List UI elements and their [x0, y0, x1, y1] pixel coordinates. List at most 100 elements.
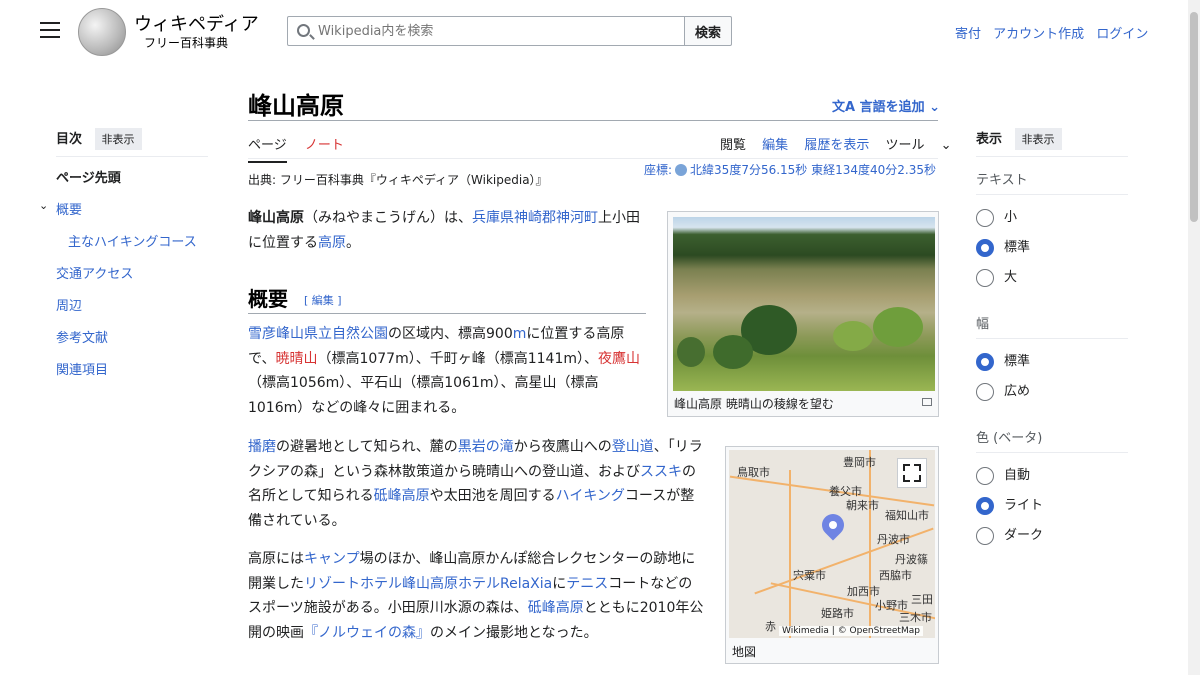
tab-talk[interactable]: ノート	[305, 134, 344, 161]
article-link[interactable]: 砥峰高原	[528, 600, 584, 616]
text-run: 。	[346, 234, 360, 251]
radio-option[interactable]: 標準	[976, 353, 1128, 383]
map-label: 赤	[765, 620, 776, 633]
article-link[interactable]: テニス	[566, 576, 608, 592]
article-link[interactable]: 神崎郡	[514, 210, 556, 226]
redlink[interactable]: 夜鷹山	[598, 351, 640, 367]
radio-option[interactable]: 標準	[976, 239, 1128, 269]
location-map-box: 鳥取市 豊岡市 養父市 朝来市 福知山市 丹波市 丹波篠 宍粟市 西脇市 加西市…	[725, 446, 939, 664]
appearance-title: 表示	[976, 132, 1003, 147]
radio-button[interactable]	[976, 239, 994, 257]
toc-hide-button[interactable]: 非表示	[94, 128, 142, 150]
tab-edit[interactable]: 編集	[762, 138, 788, 153]
map-label: 三木市	[899, 611, 932, 624]
toc-item[interactable]: 周辺	[56, 295, 208, 314]
radio-option[interactable]: 自動	[976, 467, 1128, 497]
appearance-group-label: テキスト	[976, 173, 1028, 188]
toc-title: 目次	[56, 132, 83, 147]
article-link[interactable]: リゾートホテル峰山高原ホテルRelaXia	[304, 576, 552, 592]
section-edit-link[interactable]: [ 編集 ]	[304, 292, 342, 308]
search-input[interactable]	[318, 17, 678, 45]
toc-item[interactable]: 交通アクセス	[56, 263, 208, 282]
scrollbar[interactable]	[1188, 0, 1200, 675]
radio-option[interactable]: 広め	[976, 383, 1128, 413]
page-title: 峰山高原	[248, 91, 344, 120]
article-link[interactable]: 登山道	[612, 439, 654, 455]
radio-button[interactable]	[976, 467, 994, 485]
article-link[interactable]: 砥峰高原	[374, 488, 430, 504]
source-note: 出典: フリー百科事典『ウィキペディア（Wikipedia）』	[248, 173, 548, 187]
login-link[interactable]: ログイン	[1096, 27, 1148, 42]
article-link[interactable]: ススキ	[640, 464, 682, 480]
map-label: 三田	[911, 593, 933, 606]
globe-icon	[675, 164, 688, 176]
appearance-panel: 表示 非表示 テキスト小標準大幅標準 広め色 (ベータ) 自動 ライト ダーク	[976, 128, 1128, 571]
article-link[interactable]: キャンプ	[304, 551, 360, 567]
chevron-down-icon[interactable]: ⌄	[39, 199, 48, 212]
tools-menu[interactable]: ツール ⌄	[885, 138, 963, 153]
add-languages-button[interactable]: 文A 言語を追加 ⌄	[832, 96, 940, 115]
redlink[interactable]: 暁晴山	[275, 351, 317, 367]
logo-title[interactable]: ウィキペディア	[134, 10, 259, 36]
view-tabs: 閲覧 編集 履歴を表示 ツール ⌄	[720, 134, 976, 153]
article-link[interactable]: 黒岩の滝	[458, 439, 514, 455]
radio-button[interactable]	[976, 383, 994, 401]
toc-divider	[56, 156, 208, 157]
radio-button[interactable]	[976, 269, 994, 287]
map-label: 丹波篠	[895, 553, 928, 566]
donate-link[interactable]: 寄付	[955, 27, 981, 42]
article-link[interactable]: 神河町	[556, 210, 598, 226]
toc-list: ページ先頭 ⌄ 概要主なハイキングコース 交通アクセス 周辺参考文献関連項目	[39, 167, 208, 378]
scrollbar-thumb[interactable]	[1190, 12, 1198, 222]
chevron-down-icon: ⌄	[929, 100, 941, 115]
article-link[interactable]: 雪彦峰山県立自然公園	[248, 326, 388, 342]
map-label: 姫路市	[821, 607, 854, 620]
tab-read[interactable]: 閲覧	[720, 138, 746, 153]
text-run: 峰山高原	[248, 210, 304, 226]
toc-item[interactable]: 参考文献	[56, 327, 208, 346]
radio-option[interactable]: 小	[976, 209, 1128, 239]
search-button[interactable]: 検索	[684, 16, 732, 46]
article-link[interactable]: 『ノルウェイの森』	[304, 625, 430, 641]
toc-item[interactable]: ⌄ 概要	[39, 199, 208, 218]
map-label: 豊岡市	[843, 456, 876, 469]
table-of-contents: 目次 非表示 ページ先頭 ⌄ 概要主なハイキングコース 交通アクセス 周辺参考文献関連項…	[39, 128, 208, 391]
radio-option[interactable]: ライト	[976, 497, 1128, 527]
article-link[interactable]: ハイキング	[556, 488, 625, 504]
appearance-group: テキスト小標準大	[976, 169, 1128, 299]
wikipedia-globe-logo[interactable]	[78, 8, 126, 56]
toc-item[interactable]: 主なハイキングコース	[56, 231, 208, 250]
radio-option[interactable]: ダーク	[976, 527, 1128, 557]
appearance-divider	[976, 156, 1128, 157]
fullscreen-icon[interactable]	[897, 458, 927, 488]
radio-button[interactable]	[976, 527, 994, 545]
radio-button[interactable]	[976, 497, 994, 515]
location-map[interactable]: 鳥取市 豊岡市 養父市 朝来市 福知山市 丹波市 丹波篠 宍粟市 西脇市 加西市…	[729, 450, 935, 638]
article-link[interactable]: 兵庫県	[472, 210, 514, 226]
map-caption: 地図	[732, 645, 757, 659]
article-link[interactable]: m	[513, 326, 527, 342]
search-box	[287, 16, 685, 46]
text-run: （標高1056m）、平石山（標高1061m）、高星山（標高1016m）などの峰々…	[248, 375, 599, 416]
image-caption: 峰山高原 暁晴山の稜線を望む	[674, 397, 834, 411]
article-link[interactable]: 播磨	[248, 439, 276, 455]
appearance-hide-button[interactable]: 非表示	[1014, 128, 1062, 150]
toc-item[interactable]: ページ先頭	[56, 167, 208, 186]
expand-icon[interactable]	[922, 398, 932, 406]
radio-button[interactable]	[976, 353, 994, 371]
radio-button[interactable]	[976, 209, 994, 227]
intro-paragraph: 峰山高原（みねやまこうげん）は、兵庫県神崎郡神河町上小田に位置する高原。	[248, 206, 640, 255]
tab-history[interactable]: 履歴を表示	[804, 138, 869, 153]
article-link[interactable]: 高原	[318, 235, 346, 251]
appearance-group: 幅標準 広め	[976, 313, 1128, 413]
map-attribution[interactable]: Wikimedia | © OpenStreetMap	[779, 626, 923, 636]
main-menu-icon[interactable]	[40, 22, 60, 40]
coordinates[interactable]: 座標: 北緯35度7分56.15秒 東経134度40分2.35秒	[644, 161, 936, 178]
text-run: （みねやまこうげん）は、	[304, 210, 472, 226]
map-label: 鳥取市	[737, 466, 770, 479]
create-account-link[interactable]: アカウント作成	[993, 27, 1084, 42]
toc-item[interactable]: 関連項目	[56, 359, 208, 378]
radio-option[interactable]: 大	[976, 269, 1128, 299]
map-label: 西脇市	[879, 569, 912, 582]
plateau-photo[interactable]	[673, 217, 935, 391]
